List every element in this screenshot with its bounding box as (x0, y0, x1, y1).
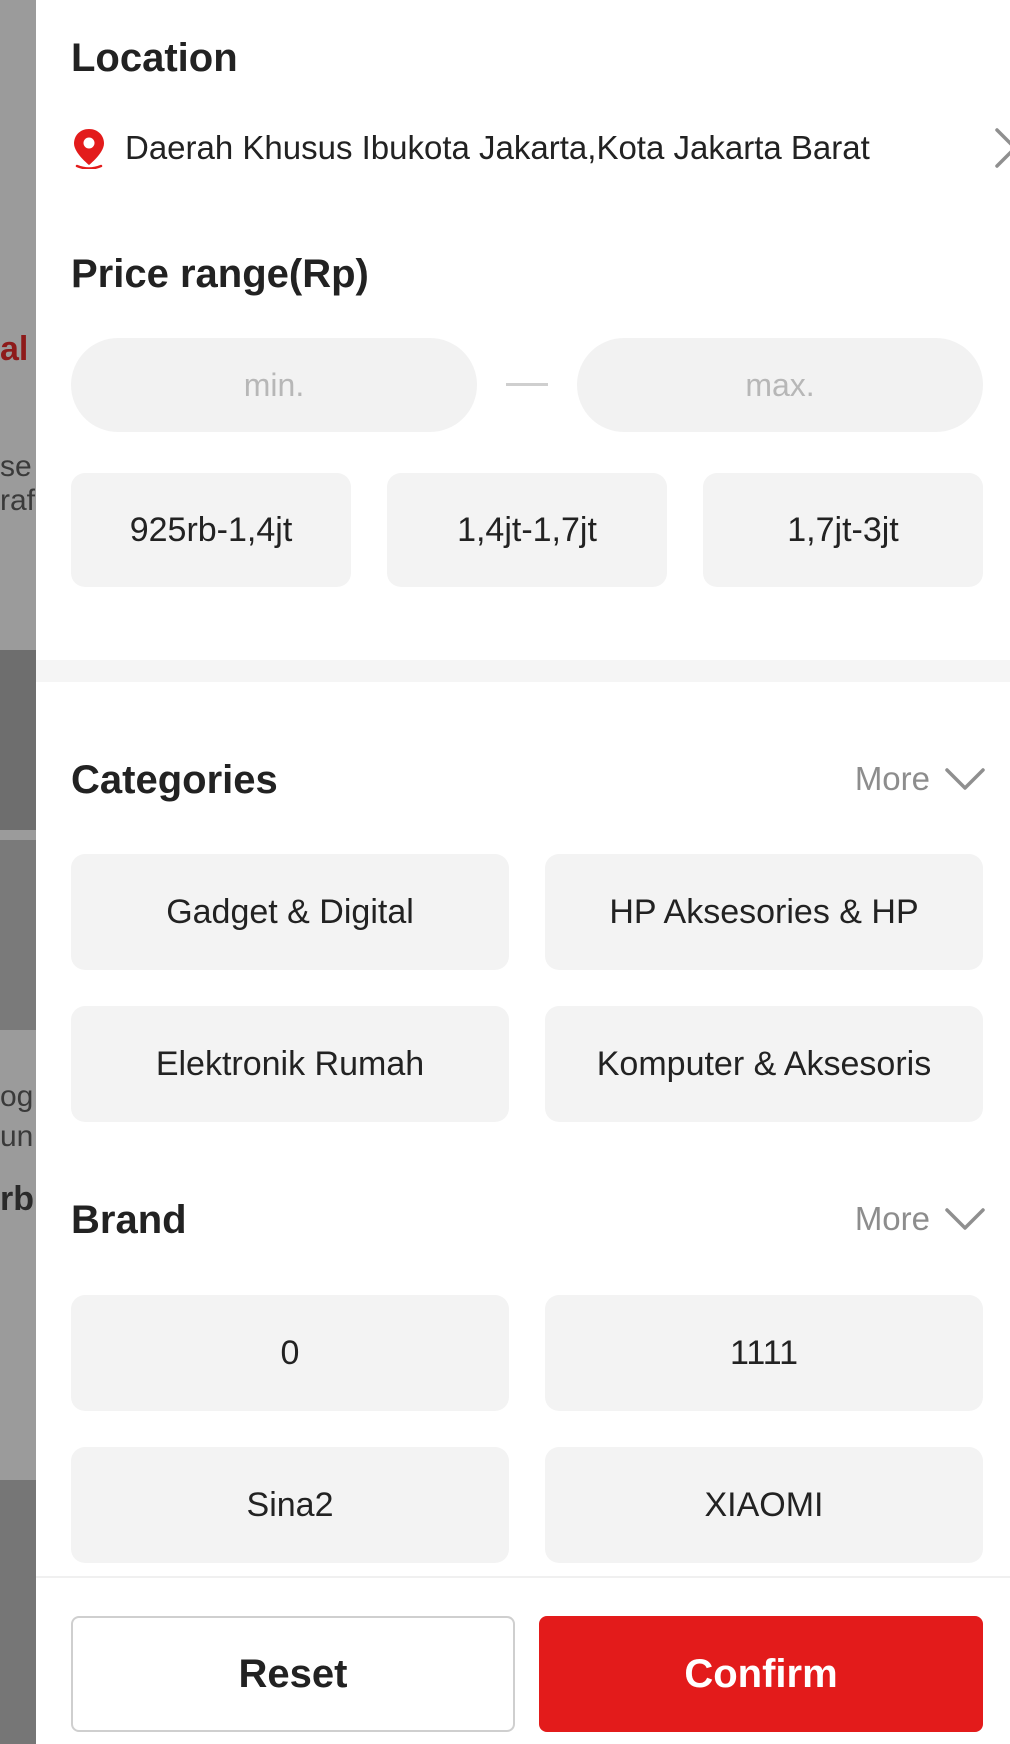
brand-chip[interactable]: Sina2 (71, 1447, 509, 1563)
background-product-image (0, 650, 36, 830)
brand-chip[interactable]: XIAOMI (545, 1447, 983, 1563)
background-product-image (0, 1480, 36, 1744)
map-pin-icon (74, 129, 104, 169)
brand-more-label: More (854, 1200, 930, 1237)
background-text-fragment: un (0, 1120, 34, 1153)
background-product-image (0, 840, 36, 1030)
brand-more-button[interactable]: More (855, 1200, 986, 1238)
category-chip[interactable]: Elektronik Rumah (71, 1006, 509, 1122)
price-range-separator (506, 383, 548, 386)
price-preset-chip[interactable]: 1,4jt-1,7jt (387, 473, 667, 587)
categories-more-label: More (854, 760, 930, 797)
location-selector[interactable]: Daerah Khusus Ibukota Jakarta,Kota Jakar… (71, 118, 1010, 178)
categories-more-button[interactable]: More (855, 760, 986, 798)
confirm-button[interactable]: Confirm (539, 1616, 983, 1732)
price-preset-chip[interactable]: 925rb-1,4jt (71, 473, 351, 587)
background-text-fragment: rb (0, 1180, 34, 1218)
background-text-fragment: raf (0, 484, 36, 517)
brand-chip[interactable]: 1111 (545, 1295, 983, 1411)
price-range-title: Price range(Rp) (71, 252, 369, 296)
section-divider (36, 660, 1010, 682)
brand-title: Brand (71, 1198, 187, 1242)
reset-button[interactable]: Reset (71, 1616, 515, 1732)
price-max-input[interactable] (577, 338, 983, 432)
chevron-down-icon (945, 768, 985, 790)
chevron-right-icon (995, 128, 1010, 168)
category-chip[interactable]: Komputer & Aksesoris (545, 1006, 983, 1122)
background-text-fragment: se (0, 450, 32, 483)
price-preset-chip[interactable]: 1,7jt-3jt (703, 473, 983, 587)
location-value: Daerah Khusus Ibukota Jakarta,Kota Jakar… (125, 129, 870, 166)
filter-drawer: Location Daerah Khusus Ibukota Jakarta,K… (36, 0, 1010, 1744)
location-title: Location (71, 36, 238, 80)
background-text-fragment: og (0, 1080, 34, 1113)
brand-chip[interactable]: 0 (71, 1295, 509, 1411)
background-text-fragment: al (0, 330, 29, 368)
filter-footer: Reset Confirm (36, 1576, 1010, 1744)
chevron-down-icon (945, 1208, 985, 1230)
categories-title: Categories (71, 758, 278, 802)
category-chip[interactable]: HP Aksesories & HP (545, 854, 983, 970)
price-min-input[interactable] (71, 338, 477, 432)
category-chip[interactable]: Gadget & Digital (71, 854, 509, 970)
